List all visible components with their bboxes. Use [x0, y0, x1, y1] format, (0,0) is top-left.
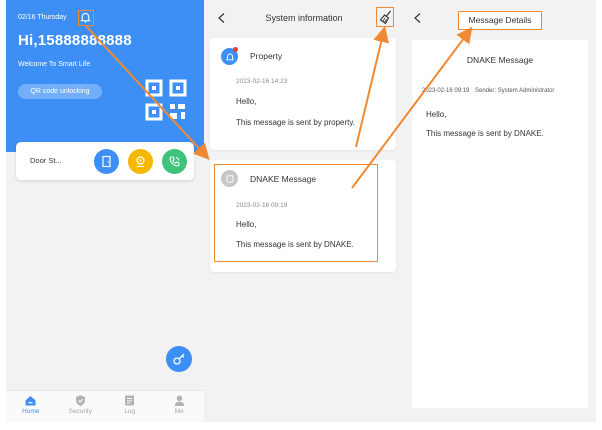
qr-unlock-button[interactable]: QR code unlocking	[18, 84, 102, 99]
greeting-title: Hi,15888888888	[18, 32, 132, 49]
message-time: 2023-02-16 14:23	[236, 78, 288, 85]
highlight-box	[214, 164, 378, 262]
call-button[interactable]	[162, 149, 187, 174]
key-icon	[173, 353, 185, 365]
home-screen: 02/16 Thursday Hi,15888888888 Welcome To…	[6, 0, 204, 422]
system-information-screen: System information Property 2023-02-16 1…	[204, 0, 404, 422]
shield-icon	[75, 395, 85, 406]
message-greeting: Hello,	[426, 110, 447, 119]
system-info-header: System information	[204, 0, 404, 36]
broom-icon	[379, 10, 391, 24]
log-icon	[125, 395, 135, 406]
quick-unlock-fab[interactable]	[166, 346, 192, 372]
phone-icon	[169, 156, 180, 167]
clear-messages-button[interactable]	[376, 7, 394, 27]
nav-home[interactable]: Home	[6, 391, 56, 422]
nav-home-label: Home	[22, 408, 40, 415]
page-title: Message Details	[458, 11, 542, 30]
message-greeting: Hello,	[236, 97, 257, 106]
nav-me-label: Me	[174, 408, 184, 415]
home-header: 02/16 Thursday Hi,15888888888 Welcome To…	[6, 0, 204, 152]
nav-security-label: Security	[68, 408, 92, 415]
message-body: This message is sent by DNAKE.	[426, 129, 544, 138]
notification-bell-icon[interactable]	[78, 10, 94, 26]
nav-me[interactable]: Me	[155, 391, 205, 422]
nav-security[interactable]: Security	[56, 391, 106, 422]
message-card-property[interactable]: Property 2023-02-16 14:23 Hello, This me…	[210, 38, 396, 150]
message-detail-card: DNAKE Message 2023-02-16 09:19 Sender: S…	[412, 40, 588, 408]
camera-monitor-button[interactable]	[128, 149, 153, 174]
message-meta: 2023-02-16 09:19 Sender: System Administ…	[422, 88, 558, 94]
tutorial-figure: 02/16 Thursday Hi,15888888888 Welcome To…	[0, 0, 602, 430]
back-chevron-icon[interactable]	[412, 12, 424, 24]
message-details-screen: Message Details DNAKE Message 2023-02-16…	[404, 0, 596, 422]
message-subject: DNAKE Message	[466, 55, 534, 65]
message-time: 2023-02-16 09:19	[422, 88, 470, 94]
door-station-card: Door St...	[16, 142, 194, 180]
welcome-text: Welcome To Smart Life	[18, 61, 91, 68]
person-icon	[174, 395, 184, 406]
nav-log-label: Log	[124, 408, 136, 415]
home-icon	[25, 396, 36, 406]
nav-log[interactable]: Log	[105, 391, 155, 422]
qr-code-icon[interactable]	[144, 78, 188, 122]
door-station-label: Door St...	[30, 156, 62, 165]
door-unlock-button[interactable]	[94, 149, 119, 174]
message-sender: Property	[250, 51, 283, 61]
bottom-nav: Home Security Log Me	[6, 390, 204, 422]
door-icon	[102, 155, 111, 168]
message-body: This message is sent by property.	[236, 118, 356, 127]
date-label: 02/16 Thursday	[18, 14, 67, 21]
camera-icon	[136, 156, 145, 168]
message-sender: Sender: System Administrator	[475, 88, 555, 94]
unread-dot	[233, 47, 238, 52]
page-title: System information	[265, 13, 343, 23]
